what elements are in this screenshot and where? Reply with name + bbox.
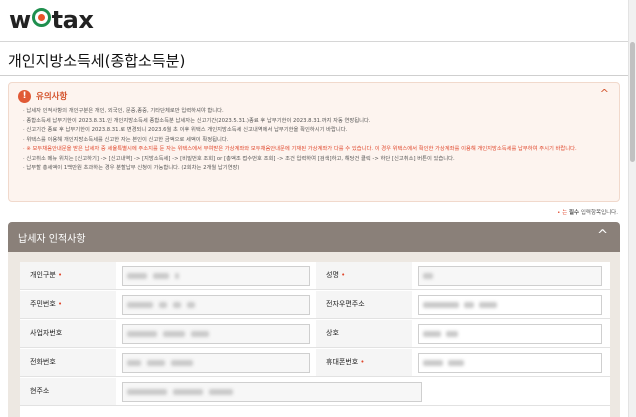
masked-text: [127, 389, 167, 395]
masked-text: [423, 360, 443, 366]
required-field-note: • 는 필수 입력항목입니다.: [557, 210, 618, 216]
masked-text: [423, 273, 433, 279]
masked-text: [173, 302, 181, 308]
wetax-logo[interactable]: w tax: [9, 6, 94, 34]
form-row: 사업자번호 상호: [20, 320, 610, 348]
masked-text: [446, 331, 458, 337]
exclamation-icon: !: [18, 89, 31, 103]
masked-text: [127, 360, 141, 366]
masked-text: [464, 302, 474, 308]
notice-panel: ! 유의사항 ^ 납세자 인적사항의 개인구분은 개인, 외국인, 문중,종중,…: [8, 82, 620, 202]
chevron-up-icon[interactable]: ^: [597, 228, 608, 243]
masked-text: [127, 273, 147, 279]
masked-text: [153, 273, 169, 279]
notice-title: 유의사항: [36, 92, 68, 102]
notice-item: 종합소득세 납부기한이 2023.8.31.인 개인지방소득세 종합소득분 납세…: [23, 117, 613, 127]
field-value-masked[interactable]: [122, 324, 310, 344]
masked-text: [209, 389, 233, 395]
field-input[interactable]: [418, 324, 602, 344]
masked-text: [127, 331, 157, 337]
masked-text: [175, 273, 179, 279]
field-value-masked[interactable]: [122, 266, 310, 286]
masked-text: [191, 331, 209, 337]
field-label: 상호: [316, 320, 412, 347]
masked-text: [147, 360, 165, 366]
field-value-masked[interactable]: [122, 382, 422, 402]
masked-text: [187, 302, 195, 308]
scrollbar-thumb[interactable]: [630, 42, 635, 162]
masked-text: [423, 331, 441, 337]
masked-text: [171, 360, 193, 366]
field-input[interactable]: [418, 266, 602, 286]
form-row: 주민번호 • 전자우편주소: [20, 291, 610, 319]
logo-o-icon: [31, 8, 51, 27]
field-label: 개인구분 •: [20, 262, 116, 289]
section-header[interactable]: 납세자 인적사항 ^: [8, 222, 620, 252]
masked-text: [479, 302, 497, 308]
notice-item: 위택스를 이용해 개인지방소득세를 신고한 자는 본인이 신고한 금액으로 세액…: [23, 136, 613, 146]
page-scrollbar[interactable]: [628, 0, 636, 417]
form-row: 전화번호 휴대폰번호 •: [20, 349, 610, 377]
notice-item: 납세자 인적사항의 개인구분은 개인, 외국인, 문중,종중, 기타단체로만 입…: [23, 107, 613, 117]
field-label: 성명 •: [316, 262, 412, 289]
field-value-masked[interactable]: [122, 295, 310, 315]
form-row: 개인구분 • 성명 •: [20, 262, 610, 290]
notice-collapse-toggle[interactable]: ^: [600, 87, 609, 100]
field-label: 전자우편주소: [316, 291, 412, 318]
masked-text: [127, 302, 153, 308]
notice-item: ※ 모두채움안내문을 받은 납세자 중 세율특별시에 주소지를 둔 자는 위택스…: [23, 145, 613, 155]
notice-item: 신고기간 종료 후 납부기한이 2023.8.31.로 변경되니 2023.6월…: [23, 126, 613, 136]
notice-header: ! 유의사항: [18, 88, 67, 104]
taxpayer-info-section: 납세자 인적사항 ^ 개인구분 • 성명 • 주민번호 • 전자우편주소사업자번호 상호…: [8, 222, 620, 417]
masked-text: [423, 302, 459, 308]
field-label: 현주소: [20, 378, 116, 405]
field-input[interactable]: [418, 295, 602, 315]
masked-text: [159, 302, 167, 308]
masked-text: [173, 389, 203, 395]
notice-list: 납세자 인적사항의 개인구분은 개인, 외국인, 문중,종중, 기타단체로만 입…: [23, 107, 613, 174]
field-label: 휴대폰번호 •: [316, 349, 412, 376]
form-row: 현주소: [20, 378, 610, 406]
site-header: w tax: [0, 0, 628, 42]
field-label: 사업자번호: [20, 320, 116, 347]
field-label: 전화번호: [20, 349, 116, 376]
field-value-masked[interactable]: [122, 353, 310, 373]
title-divider: [0, 75, 628, 76]
field-input[interactable]: [418, 353, 602, 373]
field-label: 주민번호 •: [20, 291, 116, 318]
taxpayer-form: 개인구분 • 성명 • 주민번호 • 전자우편주소사업자번호 상호전화번호 휴대폰번호 •…: [20, 262, 610, 417]
masked-text: [448, 360, 464, 366]
notice-item: 납부할 총세액이 1백만원 초과하는 경우 분할납부 신청이 가능합니다. (2…: [23, 164, 613, 174]
notice-item: 신고취소 메뉴 위치는 [신고하기] -> [신고내역] -> [지방소득세] …: [23, 155, 613, 165]
page-title: 개인지방소득세(종합소득분): [8, 52, 186, 70]
section-title: 납세자 인적사항: [18, 234, 86, 245]
masked-text: [163, 331, 185, 337]
